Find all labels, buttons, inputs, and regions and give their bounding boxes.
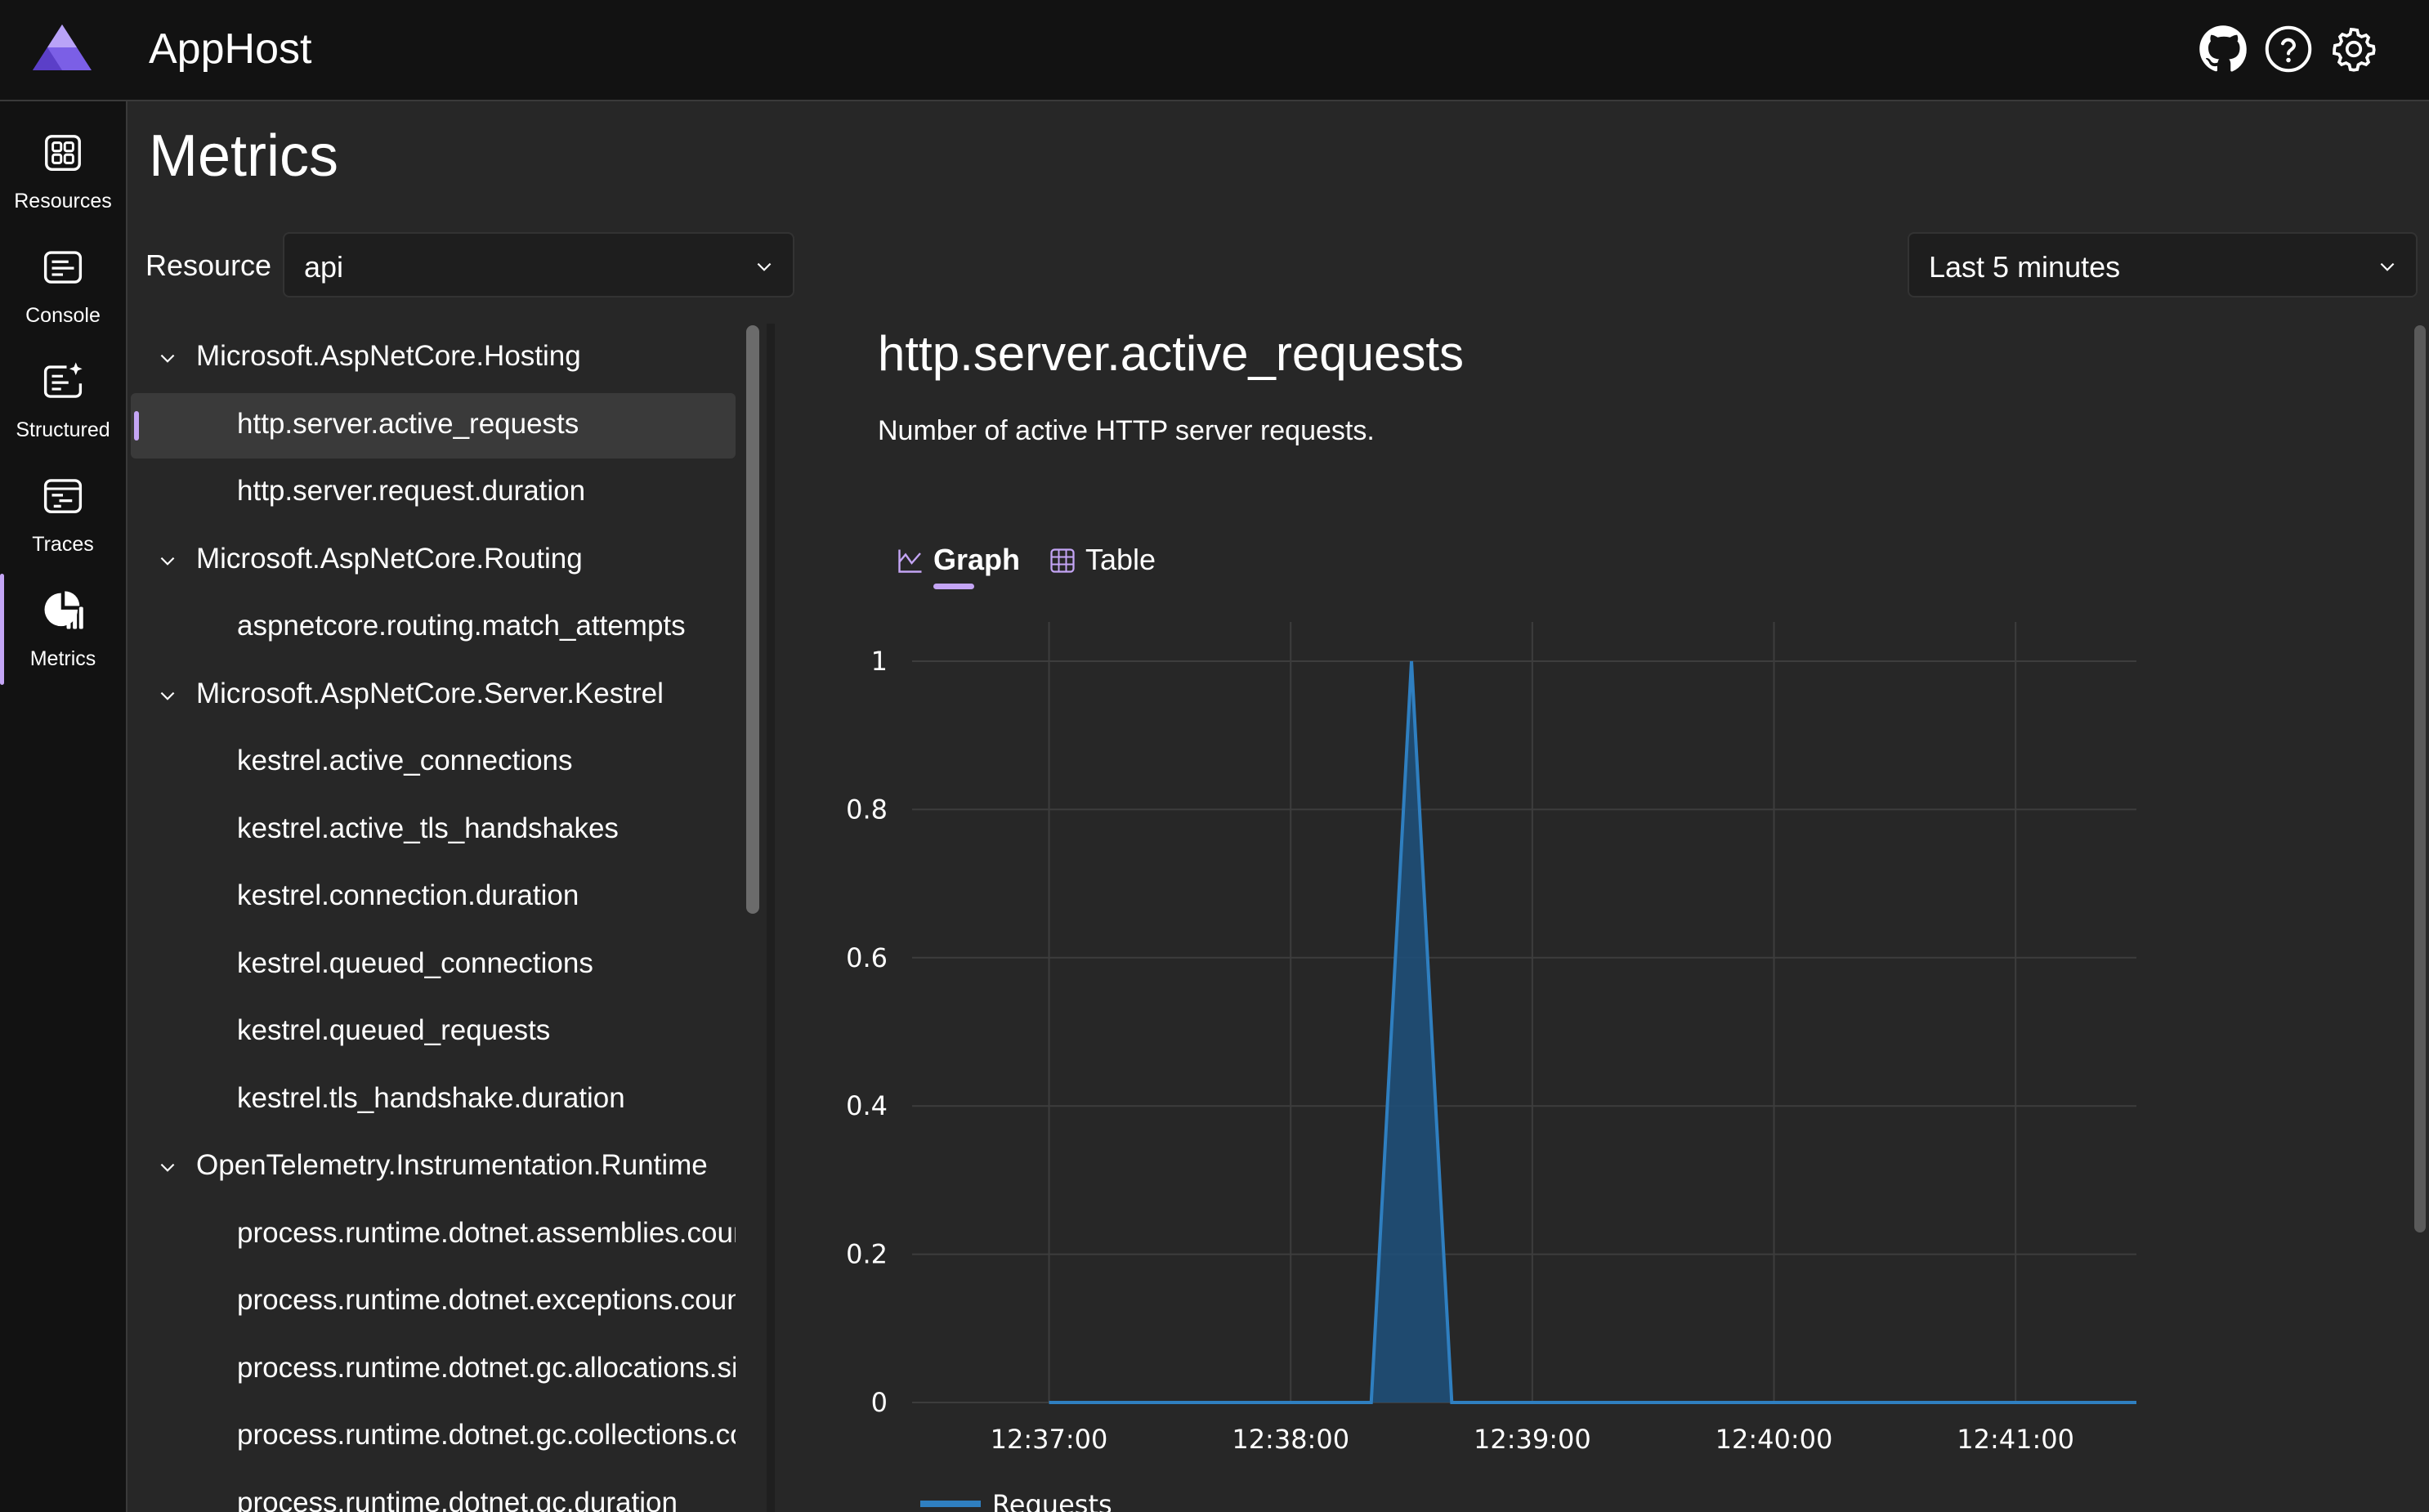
tree-metric-label: http.server.active_requests (237, 407, 579, 440)
tree-metric-item[interactable]: kestrel.active_tls_handshakes (131, 798, 736, 863)
tree-group[interactable]: OpenTelemetry.Instrumentation.Runtime (131, 1134, 736, 1200)
tree-metric-item[interactable]: kestrel.active_connections (131, 730, 736, 795)
tree-metric-label: kestrel.tls_handshake.duration (237, 1081, 625, 1114)
tree-metric-label: aspnetcore.routing.match_attempts (237, 610, 686, 642)
y-tick-label: 1 (871, 646, 888, 677)
resource-select-value: api (304, 250, 344, 284)
nav-label-structured: Structured (16, 418, 110, 441)
x-tick-label: 12:37:00 (991, 1424, 1108, 1455)
tree-metric-label: kestrel.connection.duration (237, 879, 579, 911)
chevron-down-icon (2380, 262, 2395, 271)
tree-metric-item[interactable]: process.runtime.dotnet.gc.collections.co… (131, 1404, 736, 1470)
selected-row-indicator (134, 410, 139, 441)
tree-metric-item[interactable]: process.runtime.dotnet.exceptions.count (131, 1269, 736, 1335)
nav-item-metrics[interactable]: Metrics (0, 574, 126, 685)
chevron-down-icon (757, 262, 772, 271)
tree-metric-label: process.runtime.dotnet.exceptions.count (237, 1284, 736, 1316)
nav-label-console: Console (25, 304, 101, 327)
panel-splitter[interactable] (767, 324, 775, 1512)
nav-label-resources: Resources (14, 190, 112, 212)
nav-item-structured[interactable]: Structured (0, 351, 126, 450)
tree-group-label: Microsoft.AspNetCore.Server.Kestrel (196, 677, 664, 709)
content-scrollbar[interactable] (2414, 325, 2426, 1232)
tree-metric-item[interactable]: kestrel.queued_requests (131, 1000, 736, 1065)
tree-metric-label: process.runtime.dotnet.gc.allocations.si… (237, 1351, 736, 1384)
tree-metric-label: http.server.request.duration (237, 475, 586, 507)
x-tick-label: 12:39:00 (1474, 1424, 1591, 1455)
tree-metric-item[interactable]: process.runtime.dotnet.assemblies.count (131, 1202, 736, 1268)
tree-group[interactable]: Microsoft.AspNetCore.Hosting (131, 325, 736, 391)
nav-item-console[interactable]: Console (0, 237, 126, 335)
tree-metric-label: process.runtime.dotnet.gc.duration (237, 1486, 678, 1512)
chevron-down-icon[interactable] (157, 551, 178, 572)
tree-group[interactable]: Microsoft.AspNetCore.Server.Kestrel (131, 663, 736, 728)
y-tick-label: 0 (871, 1387, 888, 1418)
tree-metric-label: kestrel.queued_requests (237, 1014, 551, 1046)
app-title: AppHost (149, 25, 312, 73)
graph-icon (898, 549, 922, 573)
tree-metric-label: kestrel.active_connections (237, 745, 573, 776)
table-icon (1050, 548, 1075, 573)
settings-icon[interactable] (2329, 25, 2378, 74)
page-title: Metrics (149, 123, 338, 189)
tree-metric-label: kestrel.active_tls_handshakes (237, 812, 619, 844)
app-root: AppHost Resources Console Structured Tra… (0, 0, 2429, 1512)
tree-metric-item[interactable]: process.runtime.dotnet.gc.allocations.si… (131, 1337, 736, 1402)
y-tick-label: 0.2 (846, 1239, 888, 1270)
chevron-down-icon[interactable] (157, 1157, 178, 1179)
y-tick-label: 0.8 (846, 794, 888, 825)
tree-metric-item[interactable]: process.runtime.dotnet.gc.duration (131, 1472, 736, 1512)
tree-metric-label: kestrel.queued_connections (237, 946, 593, 979)
nav-label-traces: Traces (32, 533, 94, 556)
nav-label-metrics: Metrics (29, 647, 96, 670)
tree-group-label: Microsoft.AspNetCore.Hosting (196, 340, 581, 372)
metrics-icon (44, 591, 83, 629)
series-area (1049, 661, 2136, 1402)
tree-metric-item[interactable]: kestrel.queued_connections (131, 933, 736, 998)
chevron-down-icon[interactable] (157, 686, 178, 707)
resource-label: Resource (145, 248, 272, 282)
time-range-select[interactable]: Last 5 minutes (1908, 232, 2418, 297)
x-tick-label: 12:38:00 (1232, 1424, 1349, 1455)
tree-metric-label: process.runtime.dotnet.gc.collections.co… (237, 1419, 736, 1451)
x-tick-label: 12:40:00 (1716, 1424, 1833, 1455)
metric-title: http.server.active_requests (878, 326, 1465, 381)
time-range-value: Last 5 minutes (1929, 250, 2121, 284)
tree-group[interactable]: Microsoft.AspNetCore.Routing (131, 528, 736, 593)
tab-table[interactable]: Table (1048, 539, 1170, 597)
metric-chart: 0 0.2 0.4 0.6 0.8 1 12:37:00 12:38:00 12:39:00 12… (846, 622, 2136, 1512)
tree-metric-item[interactable]: aspnetcore.routing.match_attempts (131, 595, 736, 660)
metric-description: Number of active HTTP server requests. (878, 415, 1375, 446)
tree-group-label: Microsoft.AspNetCore.Routing (196, 542, 583, 575)
traces-icon (43, 479, 83, 513)
tree-metric-item[interactable]: http.server.request.duration (131, 460, 736, 526)
series-line (1049, 660, 2136, 1404)
tree-scrollbar[interactable] (746, 325, 759, 914)
console-icon (43, 251, 83, 284)
structured-logs-icon (43, 362, 83, 398)
tab-graph-label: Graph (933, 543, 1021, 576)
help-icon[interactable] (2264, 25, 2313, 74)
y-tick-label: 0.6 (846, 942, 888, 973)
tree-group-label: OpenTelemetry.Instrumentation.Runtime (196, 1149, 708, 1181)
tree-metric-item[interactable]: kestrel.tls_handshake.duration (131, 1067, 736, 1133)
tree-metric-item[interactable]: kestrel.connection.duration (131, 865, 736, 930)
active-tab-underline (933, 584, 974, 589)
legend-label: Requests (992, 1489, 1112, 1512)
chevron-down-icon[interactable] (157, 348, 178, 369)
resource-select[interactable]: api (283, 232, 794, 297)
x-tick-label: 12:41:00 (1957, 1424, 2074, 1455)
side-nav: Resources Console Structured Traces Metr… (0, 101, 127, 1512)
y-tick-label: 0.4 (846, 1090, 888, 1121)
nav-item-resources[interactable]: Resources (0, 123, 126, 221)
aspire-logo-icon[interactable] (31, 21, 93, 74)
tree-metric-item[interactable]: http.server.active_requests (131, 392, 736, 459)
tab-table-label: Table (1085, 543, 1156, 576)
github-icon[interactable] (2199, 25, 2248, 74)
tree-metric-label: process.runtime.dotnet.assemblies.count (237, 1216, 736, 1249)
top-header: AppHost (0, 0, 2429, 101)
nav-item-traces[interactable]: Traces (0, 466, 126, 564)
resources-icon (45, 135, 81, 171)
metrics-tree: Microsoft.AspNetCore.Hosting http.server.… (131, 324, 736, 1512)
